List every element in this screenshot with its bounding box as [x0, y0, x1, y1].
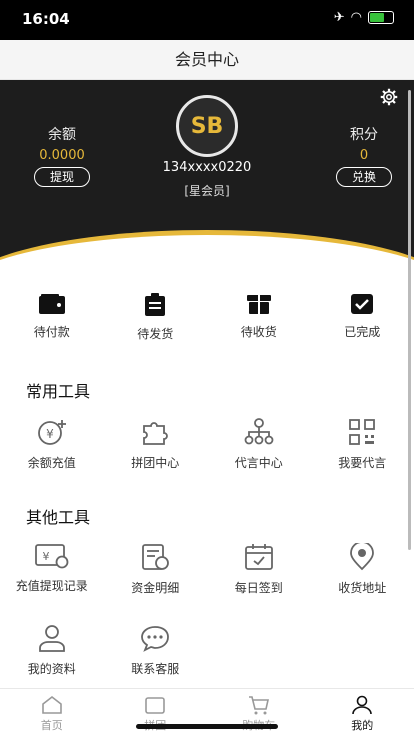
tool-label: 余额充值	[27, 456, 76, 470]
order-label: 待付款	[33, 325, 70, 339]
cart-icon	[248, 696, 269, 715]
tool-shipping-address[interactable]: 收货地址	[311, 543, 414, 596]
yen-recharge-icon: ¥	[37, 420, 66, 445]
battery-icon	[368, 11, 394, 24]
tool-label: 充值提现记录	[15, 579, 88, 593]
balance-label: 余额	[48, 127, 76, 143]
tool-balance-recharge[interactable]: ¥ 余额充值	[0, 418, 104, 471]
tab-label: 首页	[40, 719, 63, 732]
brand-logo-icon: SB	[190, 113, 224, 139]
tool-label: 拼团中心	[131, 456, 180, 470]
tool-label: 联系客服	[131, 662, 180, 676]
order-completed[interactable]: 已完成	[311, 293, 414, 342]
tab-mine[interactable]: 我的	[311, 689, 414, 736]
airplane-icon: ✈	[333, 10, 345, 25]
order-label: 待收货	[240, 325, 277, 339]
tab-home[interactable]: 首页	[0, 689, 104, 736]
other-tools-grid-row2: 我的资料 联系客服	[0, 624, 414, 677]
bill-detail-icon	[142, 544, 170, 570]
home-icon	[41, 695, 62, 714]
location-pin-icon	[350, 543, 375, 571]
tool-my-profile[interactable]: 我的资料	[0, 624, 104, 677]
order-label: 已完成	[344, 325, 381, 339]
settings-gear-icon[interactable]	[380, 88, 398, 106]
wallet-icon	[38, 294, 65, 314]
status-icons: ✈ ◠	[334, 10, 394, 25]
svg-text:¥: ¥	[42, 550, 49, 563]
network-icon	[244, 418, 274, 445]
tool-label: 每日签到	[234, 581, 283, 595]
exchange-button[interactable]: 兑换	[336, 167, 392, 187]
home-indicator	[136, 724, 278, 729]
status-time: 16:04	[22, 10, 70, 28]
tool-contact-service[interactable]: 联系客服	[104, 624, 208, 677]
clipboard-icon	[145, 293, 166, 316]
svg-text:¥: ¥	[46, 427, 54, 441]
tool-recharge-record[interactable]: ¥ 充值提现记录	[0, 543, 104, 596]
tool-label: 我的资料	[27, 662, 76, 676]
points-block: 积分 0 兑换	[314, 124, 414, 187]
user-icon	[352, 695, 373, 715]
tab-label: 我的	[351, 719, 374, 732]
tool-label: 资金明细	[131, 581, 180, 595]
recharge-record-icon: ¥	[34, 544, 69, 569]
gift-box-icon	[246, 295, 271, 314]
group-ticket-icon	[145, 697, 166, 714]
common-tools-title: 常用工具	[26, 382, 91, 401]
order-label: 待发货	[137, 327, 174, 341]
tool-group-center[interactable]: 拼团中心	[104, 418, 208, 471]
balance-block: 余额 0.0000 提现	[12, 124, 112, 187]
tool-daily-checkin[interactable]: 每日签到	[207, 543, 311, 596]
puzzle-icon	[143, 422, 169, 445]
chat-bubble-icon	[141, 626, 170, 652]
status-bar: 16:04 ✈ ◠	[0, 0, 414, 40]
points-label: 积分	[350, 127, 378, 143]
user-profile-icon	[38, 625, 65, 652]
qr-code-icon	[349, 419, 376, 445]
order-pending-payment[interactable]: 待付款	[0, 293, 104, 342]
tool-fund-detail[interactable]: 资金明细	[104, 543, 208, 596]
order-status-row: 待付款 待发货 待收货 已完成	[0, 293, 414, 342]
common-tools-grid: ¥ 余额充值 拼团中心 代言中心 我要代言	[0, 418, 414, 471]
header-curve	[0, 230, 414, 260]
tool-endorse-me[interactable]: 我要代言	[311, 418, 414, 471]
order-pending-receipt[interactable]: 待收货	[207, 293, 311, 342]
checkmark-box-icon	[351, 294, 374, 314]
points-value: 0	[359, 148, 369, 163]
tool-label: 代言中心	[234, 456, 283, 470]
tool-endorse-center[interactable]: 代言中心	[207, 418, 311, 471]
page-title: 会员中心	[0, 40, 414, 80]
avatar[interactable]: SB	[176, 95, 238, 157]
wifi-icon: ◠	[350, 10, 362, 25]
other-tools-title: 其他工具	[26, 508, 91, 527]
other-tools-grid-row1: ¥ 充值提现记录 资金明细 每日签到 收货地址	[0, 543, 414, 596]
calendar-check-icon	[244, 544, 273, 570]
tool-label: 收货地址	[338, 581, 387, 595]
member-header: 余额 0.0000 提现 SB 134xxxx0220 [星会员] 积分 0 兑…	[0, 80, 414, 260]
tool-label: 我要代言	[338, 456, 387, 470]
order-pending-shipment[interactable]: 待发货	[104, 293, 208, 342]
